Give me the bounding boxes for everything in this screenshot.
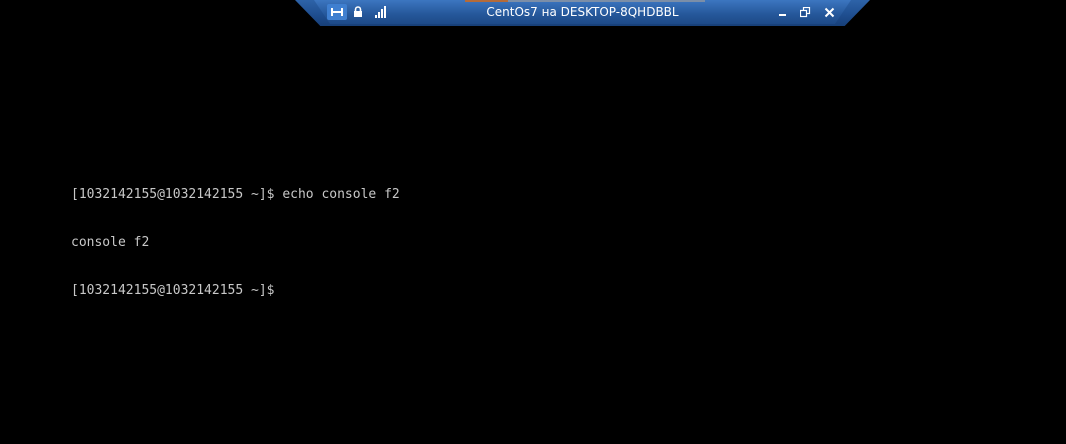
signal-icon[interactable] [373,4,389,20]
remote-desktop-screen: CentOs7 на DESKTOP-8QHDBBL [1032142155@1… [0,0,1066,444]
connection-bar-accent [465,0,705,2]
terminal-line: [1032142155@1032142155 ~]$ echo console … [71,187,400,202]
lock-icon[interactable] [351,4,365,20]
terminal-prompt: [1032142155@1032142155 ~]$ [71,283,283,298]
close-icon[interactable] [821,4,837,20]
terminal-output[interactable]: [1032142155@1032142155 ~]$ echo console … [71,155,400,331]
minimize-icon[interactable] [776,4,790,20]
terminal-line: console f2 [71,235,150,250]
restore-icon[interactable] [798,4,812,20]
pin-icon[interactable] [327,4,347,20]
connection-title: CentOs7 на DESKTOP-8QHDBBL [486,5,679,19]
